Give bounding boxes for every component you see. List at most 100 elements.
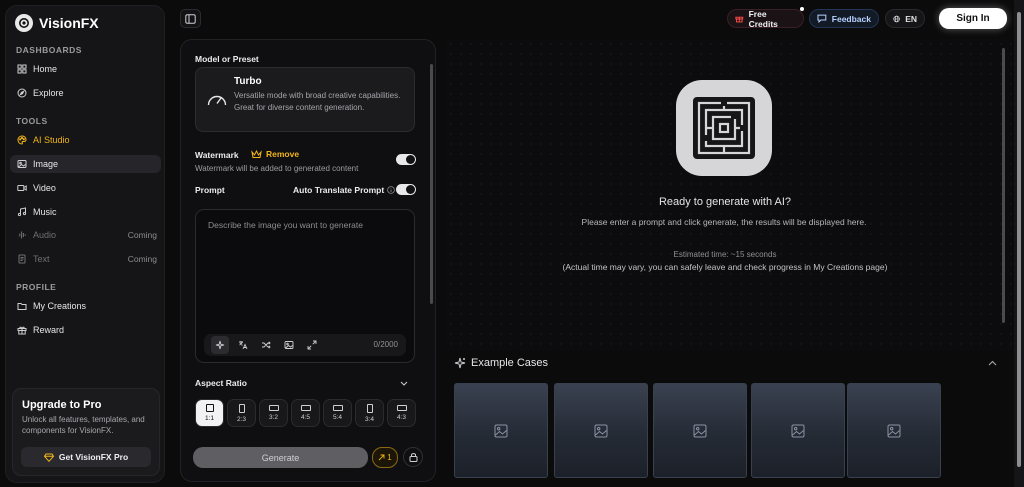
sparkle-icon [215, 340, 225, 350]
square-icon [205, 404, 214, 412]
music-icon [17, 207, 27, 217]
sidebar-item-home[interactable]: Home [10, 60, 161, 78]
upload-image-button[interactable] [282, 338, 296, 352]
remove-label: Remove [266, 149, 300, 159]
watermark-toggle[interactable] [396, 154, 416, 165]
model-name: Turbo [234, 76, 262, 87]
globe-icon [893, 15, 900, 22]
chevron-down-icon[interactable] [400, 381, 408, 387]
sidebar: VisionFX DASHBOARDS Home Explore TOOLS A… [5, 5, 165, 483]
sidebar-item-video[interactable]: Video [10, 179, 161, 197]
upgrade-description: Unlock all features, templates, and comp… [22, 415, 145, 435]
example-card[interactable] [751, 383, 845, 478]
page-scrollbar-thumb[interactable] [1017, 12, 1021, 467]
language-selector[interactable]: EN [885, 9, 925, 28]
free-credits-label: Free Credits [748, 8, 778, 29]
translate-icon [239, 341, 248, 350]
prompt-input[interactable]: Describe the image you want to generate … [195, 209, 415, 363]
get-pro-button[interactable]: Get VisionFX Pro [21, 447, 151, 467]
canvas-scrollbar[interactable] [1002, 48, 1005, 323]
aspect-label: 3:2 [268, 414, 279, 421]
landscape-icon [396, 405, 407, 411]
empty-state-subtitle: Please enter a prompt and click generate… [581, 217, 867, 227]
estimated-time-note: (Actual time may vary, you can safely le… [562, 262, 888, 272]
translate-button[interactable] [236, 338, 250, 352]
prompt-placeholder: Describe the image you want to generate [208, 220, 363, 230]
image-placeholder-icon [791, 424, 805, 437]
chevron-up-icon[interactable] [988, 360, 997, 366]
sidebar-item-text: Text Coming [10, 250, 161, 268]
image-placeholder-icon [594, 424, 608, 437]
example-card[interactable] [454, 383, 548, 478]
sign-in-button[interactable]: Sign In [939, 8, 1007, 29]
feedback-button[interactable]: Feedback [809, 9, 879, 28]
section-profile: PROFILE [16, 282, 57, 292]
example-cases-header[interactable]: Example Cases [454, 357, 548, 369]
upgrade-title: Upgrade to Pro [22, 399, 102, 411]
coming-badge: Coming [127, 254, 157, 264]
grid-icon [17, 64, 27, 74]
sidebar-item-image[interactable]: Image [10, 155, 161, 173]
aspect-option-4-3[interactable]: 4:3 [387, 399, 416, 427]
sidebar-toggle-icon [185, 13, 196, 24]
shuffle-icon [262, 341, 271, 349]
sparkle-icon [454, 357, 466, 369]
watermark-note: Watermark will be added to generated con… [195, 164, 359, 173]
aspect-ratio-label: Aspect Ratio [195, 378, 247, 388]
aspect-label: 5:4 [332, 414, 343, 421]
char-counter: 0/2000 [373, 340, 398, 349]
page-scrollbar[interactable] [1014, 0, 1024, 487]
diamond-icon [43, 453, 54, 462]
aspect-ratio-options: 1:1 2:3 3:2 4:5 5:4 3:4 4:3 [195, 399, 416, 427]
sidebar-item-my-creations[interactable]: My Creations [10, 297, 161, 315]
aspect-label: 2:3 [236, 415, 247, 423]
section-tools: TOOLS [16, 116, 48, 126]
landscape-icon [300, 405, 311, 411]
example-cases-title: Example Cases [471, 357, 549, 369]
example-card[interactable] [554, 383, 648, 478]
sidebar-item-label: Text [33, 254, 50, 264]
model-card[interactable]: Turbo Versatile mode with broad creative… [195, 67, 415, 132]
aspect-option-4-5[interactable]: 4:5 [291, 399, 320, 427]
privacy-lock-button[interactable] [403, 447, 423, 467]
sidebar-item-label: Explore [33, 88, 64, 98]
toggle-sidebar-button[interactable] [180, 9, 201, 28]
expand-button[interactable] [305, 338, 319, 352]
auto-translate-toggle[interactable] [396, 184, 416, 195]
sidebar-item-label: Home [33, 64, 58, 74]
get-pro-label: Get VisionFX Pro [58, 452, 129, 462]
aspect-option-1-1[interactable]: 1:1 [195, 399, 224, 427]
free-credits-button[interactable]: Free Credits [727, 8, 804, 29]
generation-settings-panel: Model or Preset Turbo Versatile mode wit… [180, 39, 436, 482]
maze-logo-icon [676, 80, 772, 176]
enhance-prompt-button[interactable] [211, 336, 229, 354]
sidebar-item-label: Music [33, 207, 57, 217]
example-card[interactable] [847, 383, 941, 478]
credit-cost: 1 [387, 453, 392, 462]
generate-button[interactable]: Generate [193, 447, 368, 468]
sidebar-item-reward[interactable]: Reward [10, 321, 161, 339]
random-prompt-button[interactable] [259, 338, 273, 352]
coin-icon [378, 454, 385, 461]
brand[interactable]: VisionFX [15, 14, 99, 32]
speedometer-icon [207, 95, 227, 106]
credit-cost-badge[interactable]: 1 [372, 447, 398, 468]
aspect-option-3-4[interactable]: 3:4 [355, 399, 384, 427]
sidebar-item-explore[interactable]: Explore [10, 84, 161, 102]
panel-scrollbar[interactable] [430, 64, 433, 304]
compass-icon [17, 88, 27, 98]
folder-icon [17, 301, 27, 311]
aspect-label: 4:5 [300, 414, 311, 421]
aspect-option-3-2[interactable]: 3:2 [259, 399, 288, 427]
aspect-option-2-3[interactable]: 2:3 [227, 399, 256, 427]
remove-watermark-button[interactable]: Remove [251, 149, 299, 159]
info-icon[interactable] [387, 186, 395, 194]
sidebar-item-music[interactable]: Music [10, 203, 161, 221]
aspect-option-5-4[interactable]: 5:4 [323, 399, 352, 427]
brand-name: VisionFX [39, 15, 99, 31]
section-dashboards: DASHBOARDS [16, 45, 82, 55]
language-label: EN [905, 13, 917, 24]
example-card[interactable] [653, 383, 747, 478]
sidebar-item-label: Audio [33, 230, 57, 240]
sidebar-item-ai-studio[interactable]: AI Studio [10, 131, 161, 149]
